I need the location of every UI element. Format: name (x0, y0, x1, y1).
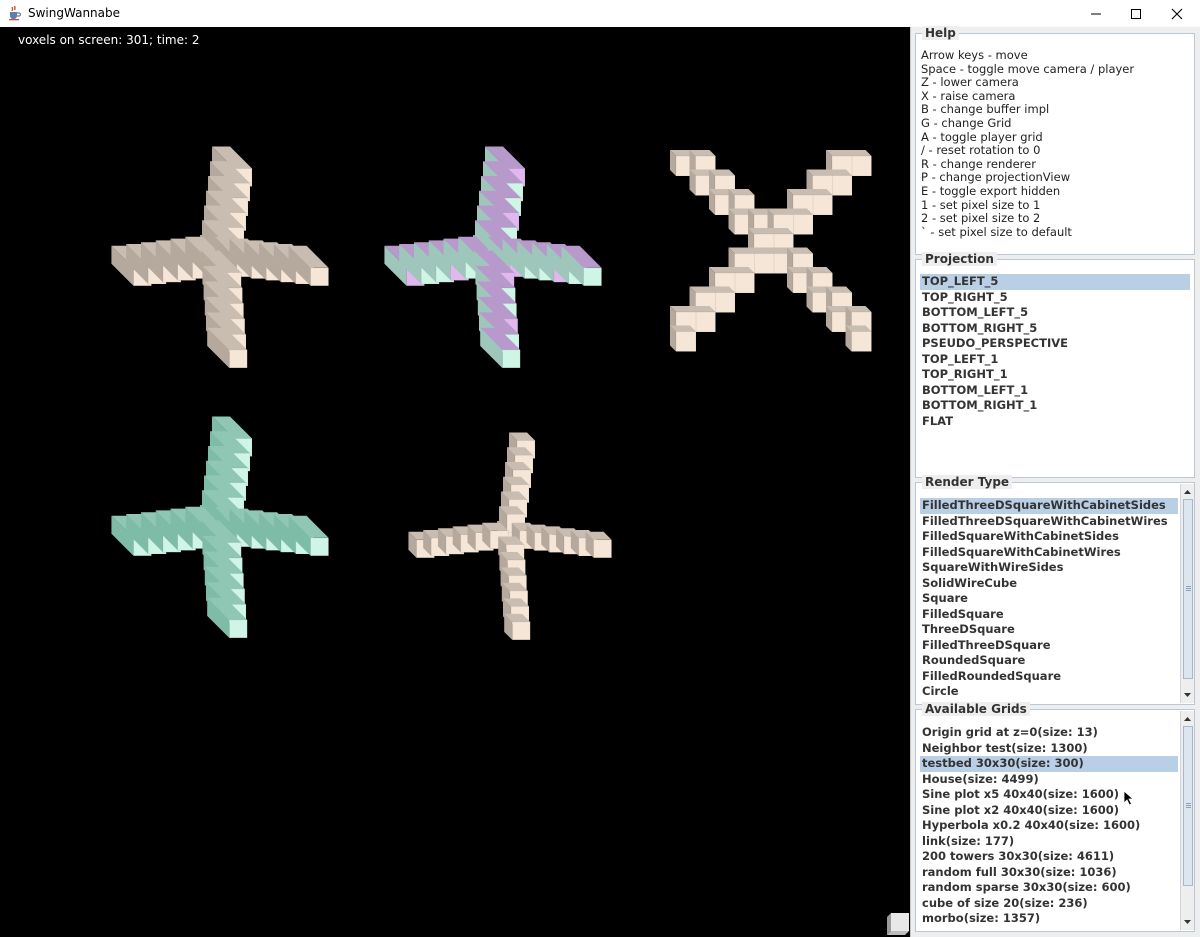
grid-list-item[interactable]: cube of size 20(size: 236) (920, 896, 1178, 912)
grid-list-item[interactable]: link(size: 177) (920, 834, 1178, 850)
render-type-list-item[interactable]: RoundedSquare (920, 653, 1178, 669)
projection-list-item[interactable]: BOTTOM_LEFT_5 (920, 305, 1190, 321)
projection-list-item[interactable]: PSEUDO_PERSPECTIVE (920, 336, 1190, 352)
help-line: Z - lower camera (921, 75, 1019, 90)
grids-scrollbar[interactable] (1180, 711, 1194, 930)
help-text: Arrow keys - move Space - toggle move cam… (920, 48, 1135, 239)
voxel-scene (111, 146, 872, 641)
projection-list-item[interactable]: TOP_RIGHT_5 (920, 290, 1190, 306)
maximize-button[interactable] (1113, 0, 1159, 27)
projection-list-item[interactable]: FLAT (920, 414, 1190, 430)
render-type-list-item[interactable]: FilledThreeDSquare (920, 638, 1178, 654)
render-type-scroll-thumb[interactable] (1183, 499, 1193, 679)
render-type-list-item[interactable]: FilledSquareWithCabinetSides (920, 529, 1178, 545)
projection-list-item[interactable]: BOTTOM_RIGHT_5 (920, 321, 1190, 337)
help-line: 1 - set pixel size to 1 (921, 197, 1041, 212)
render-type-list-item[interactable]: Square (920, 591, 1178, 607)
render-type-title: Render Type (922, 475, 1013, 489)
mouse-cursor-icon (1123, 790, 1135, 806)
grids-list[interactable]: Origin grid at z=0(size: 13) Neighbor tes… (920, 725, 1178, 929)
help-line: ` - set pixel size to default (921, 224, 1072, 239)
help-panel: Help Arrow keys - move Space - toggle mov… (915, 26, 1195, 255)
render-type-scrollbar[interactable] (1180, 484, 1194, 703)
render-type-list-item[interactable]: FilledSquare (920, 607, 1178, 623)
close-button[interactable] (1154, 0, 1200, 27)
help-title: Help (922, 26, 959, 40)
scroll-down-icon[interactable] (1181, 915, 1194, 929)
render-type-list-item[interactable]: FilledRoundedSquare (920, 669, 1178, 685)
help-line: Arrow keys - move (921, 48, 1028, 62)
render-type-list-item[interactable]: Circle (920, 684, 1178, 700)
grid-list-item[interactable]: Sine plot x5 40x40(size: 1600) (920, 787, 1178, 803)
render-type-list-item[interactable]: FilledThreeDSquareWithCabinetSides (920, 498, 1178, 514)
render-type-list-item[interactable]: SquareWithWireSides (920, 560, 1178, 576)
help-line: B - change buffer impl (921, 102, 1050, 117)
projection-panel: Projection TOP_LEFT_5 TOP_RIGHT_5 BOTTOM_L… (915, 252, 1195, 478)
window-title: SwingWannabe (28, 6, 121, 20)
help-line: E - toggle export hidden (921, 183, 1061, 198)
render-type-list[interactable]: FilledThreeDSquareWithCabinetSides Filled… (920, 498, 1178, 701)
render-type-panel: Render Type FilledThreeDSquareWithCabine… (915, 475, 1195, 705)
projection-list-item[interactable]: TOP_LEFT_1 (920, 352, 1190, 368)
available-grids-panel: Available Grids Origin grid at z=0(size:… (915, 702, 1195, 932)
grid-list-item[interactable]: Sine plot x2 40x40(size: 1600) (920, 803, 1178, 819)
maximize-icon (1131, 9, 1141, 19)
help-line: P - change projectionView (921, 170, 1071, 185)
grid-list-item[interactable]: heightMap 256x256(size: 66049) (920, 927, 1178, 930)
grid-list-item[interactable]: morbo(size: 1357) (920, 911, 1178, 927)
help-line: Space - toggle move camera / player (921, 61, 1135, 76)
render-type-list-item[interactable]: FilledThreeDSquareWithCabinetWires (920, 514, 1178, 530)
side-panel: Help Arrow keys - move Space - toggle mov… (910, 26, 1200, 937)
grid-list-item[interactable]: House(size: 4499) (920, 772, 1178, 788)
grid-list-item[interactable]: Origin grid at z=0(size: 13) (920, 725, 1178, 741)
render-type-list-item[interactable]: SolidWireCube (920, 576, 1178, 592)
grids-scroll-thumb[interactable] (1183, 726, 1193, 886)
render-type-list-item[interactable]: FilledSquareWithCabinetWires (920, 545, 1178, 561)
grid-list-item[interactable]: random full 30x30(size: 1036) (920, 865, 1178, 881)
projection-list-item[interactable]: TOP_LEFT_5 (920, 274, 1190, 290)
help-line: X - raise camera (921, 88, 1016, 103)
help-line: / - reset rotation to 0 (921, 143, 1041, 158)
projection-list-item[interactable]: BOTTOM_LEFT_1 (920, 383, 1190, 399)
grid-list-item[interactable]: 200 towers 30x30(size: 4611) (920, 849, 1178, 865)
render-type-list-item[interactable]: FilledCircle (920, 700, 1178, 702)
help-line: A - toggle player grid (921, 129, 1043, 144)
projection-list[interactable]: TOP_LEFT_5 TOP_RIGHT_5 BOTTOM_LEFT_5 BOTTOM… (920, 274, 1190, 429)
close-icon (1171, 8, 1183, 20)
grid-list-item[interactable]: random sparse 30x30(size: 600) (920, 880, 1178, 896)
projection-list-item[interactable]: TOP_RIGHT_1 (920, 367, 1190, 383)
render-type-list-item[interactable]: ThreeDSquare (920, 622, 1178, 638)
projection-title: Projection (922, 252, 997, 266)
help-line: G - change Grid (921, 115, 1012, 130)
scroll-down-icon[interactable] (1181, 688, 1194, 702)
grid-list-item[interactable]: Hyperbola x0.2 40x40(size: 1600) (920, 818, 1178, 834)
java-cup-icon (9, 5, 22, 21)
voxel-canvas[interactable]: voxels on screen: 301; time: 2 (0, 27, 910, 937)
window-titlebar[interactable]: SwingWannabe (0, 0, 1200, 27)
minimize-icon (1091, 13, 1101, 15)
grid-list-item[interactable]: Neighbor test(size: 1300) (920, 741, 1178, 757)
help-line: R - change renderer (921, 156, 1036, 171)
help-line: 2 - set pixel size to 2 (921, 211, 1041, 226)
grid-list-item[interactable]: testbed 30x30(size: 300) (920, 756, 1178, 772)
available-grids-title: Available Grids (922, 702, 1030, 716)
scroll-up-icon[interactable] (1181, 712, 1194, 726)
projection-list-item[interactable]: BOTTOM_RIGHT_1 (920, 398, 1190, 414)
scroll-up-icon[interactable] (1181, 485, 1194, 499)
player-cube-icon (887, 913, 909, 935)
